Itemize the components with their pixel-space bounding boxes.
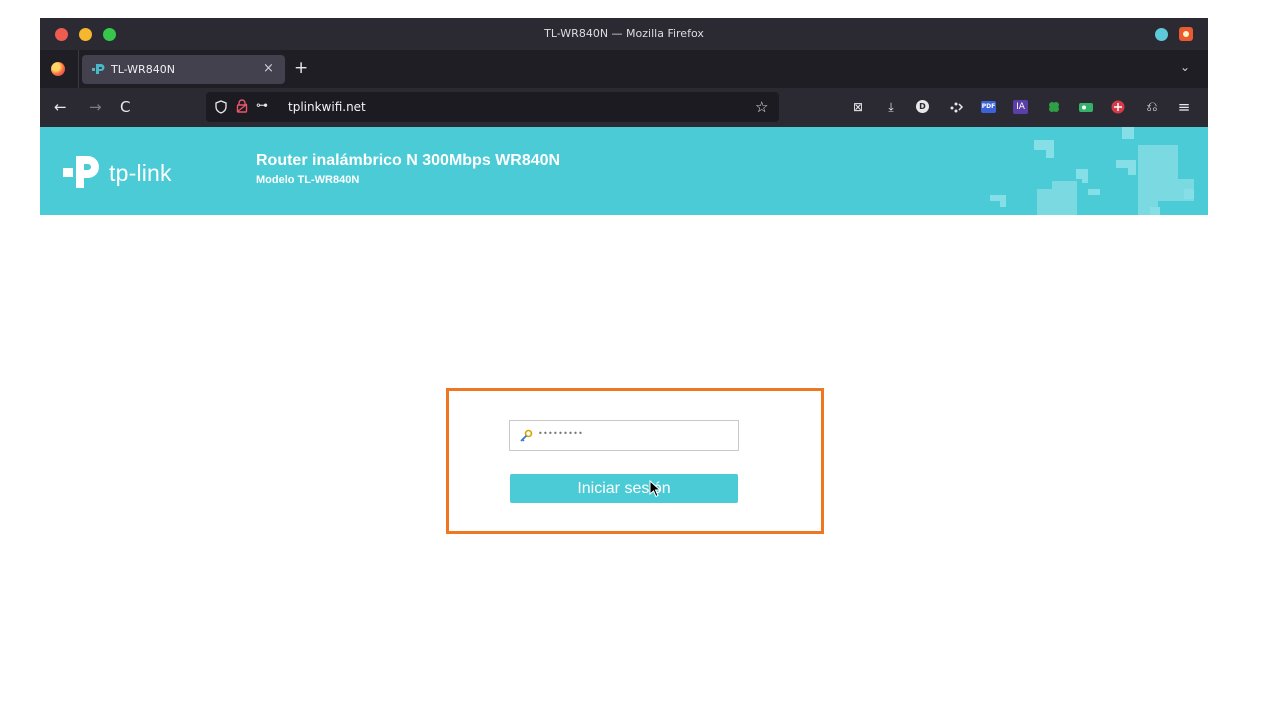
password-field[interactable]: ••••••••• bbox=[509, 420, 739, 451]
tab-label: TL-WR840N bbox=[111, 63, 175, 76]
share-icon[interactable]: ⎌ bbox=[1144, 99, 1160, 115]
login-button[interactable]: Iniciar sesión bbox=[510, 474, 738, 503]
browser-window: TL-WR840N — Mozilla Firefox TL-WR840N × … bbox=[40, 18, 1208, 215]
router-title: Router inalámbrico N 300Mbps WR840N bbox=[256, 152, 561, 169]
status-dot-icon bbox=[1155, 28, 1168, 41]
back-button[interactable]: ← bbox=[54, 98, 67, 116]
new-tab-button[interactable]: + bbox=[294, 58, 308, 78]
key-icon bbox=[520, 429, 533, 442]
profile-icon[interactable] bbox=[1179, 27, 1193, 41]
ticket-extension-icon[interactable] bbox=[1078, 99, 1094, 115]
router-header: tp-link Router inalámbrico N 300Mbps WR8… bbox=[40, 127, 1208, 215]
ia-extension-icon[interactable]: IA bbox=[1013, 100, 1028, 114]
list-all-tabs-button[interactable]: ⌄ bbox=[1180, 60, 1190, 74]
insecure-lock-icon[interactable] bbox=[235, 98, 249, 114]
tracking-protection-shield-icon[interactable] bbox=[215, 100, 227, 114]
window-title: TL-WR840N — Mozilla Firefox bbox=[544, 27, 704, 40]
tplink-logo-icon bbox=[63, 156, 99, 188]
mouse-cursor-icon bbox=[649, 480, 662, 498]
menu-icon[interactable]: ≡ bbox=[1176, 99, 1192, 115]
shield-extension-icon[interactable] bbox=[1110, 99, 1126, 115]
tab-close-icon[interactable]: × bbox=[263, 61, 274, 76]
tplink-logo-text: tp-link bbox=[109, 160, 172, 186]
router-model: Modelo TL-WR840N bbox=[256, 174, 360, 186]
extension-d-icon[interactable]: D bbox=[916, 100, 929, 113]
reload-button[interactable]: C bbox=[120, 98, 130, 116]
title-bar: TL-WR840N — Mozilla Firefox bbox=[40, 18, 1208, 50]
tab-separator bbox=[78, 50, 79, 88]
pocket-icon[interactable]: ⊠ bbox=[850, 99, 866, 115]
pdf-extension-icon[interactable]: PDF bbox=[981, 101, 996, 113]
extension-dots-icon[interactable] bbox=[948, 99, 964, 115]
navigation-bar: ← → C ⊶ tplinkwifi.net ☆ ⊠ ⤓ D PDF IA ⎌ … bbox=[40, 88, 1208, 127]
clover-extension-icon[interactable] bbox=[1046, 99, 1062, 115]
password-value: ••••••••• bbox=[538, 429, 584, 438]
tplink-favicon-icon bbox=[92, 64, 105, 74]
saved-login-key-icon[interactable]: ⊶ bbox=[256, 98, 268, 112]
downloads-icon[interactable]: ⤓ bbox=[883, 99, 899, 115]
url-bar[interactable]: ⊶ tplinkwifi.net ☆ bbox=[206, 92, 779, 122]
bookmark-star-icon[interactable]: ☆ bbox=[755, 98, 768, 116]
firefox-view-icon[interactable] bbox=[51, 62, 65, 76]
url-text[interactable]: tplinkwifi.net bbox=[288, 100, 366, 114]
tab-tl-wr840n[interactable]: TL-WR840N × bbox=[82, 55, 285, 84]
tab-bar: TL-WR840N × + ⌄ bbox=[40, 50, 1208, 88]
login-panel: ••••••••• Iniciar sesión bbox=[446, 388, 824, 534]
forward-button[interactable]: → bbox=[89, 98, 102, 116]
